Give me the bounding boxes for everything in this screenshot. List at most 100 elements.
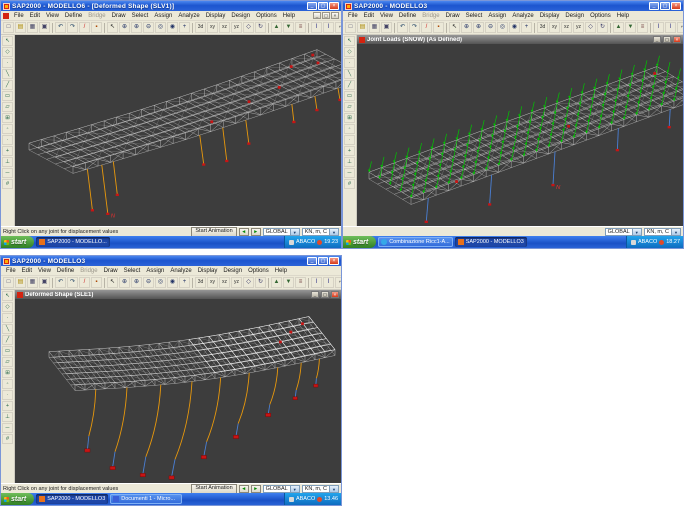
- menu-item[interactable]: Design: [562, 13, 587, 19]
- pointer-icon[interactable]: ↖: [107, 277, 118, 288]
- quick-area-icon[interactable]: ⊞: [344, 113, 355, 123]
- view-3d-icon[interactable]: 3d: [195, 22, 206, 33]
- restore-button[interactable]: ▢: [318, 257, 328, 265]
- zoom-full-icon[interactable]: ◎: [155, 22, 166, 33]
- menu-item[interactable]: Draw: [101, 268, 121, 274]
- csys-dropdown[interactable]: GLOBAL ▼: [263, 228, 300, 236]
- child-maximize-button[interactable]: ▢: [321, 291, 329, 298]
- chevron-down-icon[interactable]: ▼: [632, 229, 641, 235]
- snap-joint-icon[interactable]: ◦: [2, 379, 13, 389]
- units-dropdown[interactable]: KN, m, C ▼: [644, 228, 681, 236]
- csys-dropdown[interactable]: GLOBAL ▼: [263, 485, 300, 493]
- quick-frame-icon[interactable]: ╱: [2, 335, 13, 345]
- units-dropdown[interactable]: KN, m, C ▼: [302, 228, 339, 236]
- down-level-icon[interactable]: ▼: [283, 22, 294, 33]
- child-maximize-button[interactable]: ▢: [663, 36, 671, 43]
- menu-item[interactable]: Analyze: [167, 268, 194, 274]
- zoom-in-icon[interactable]: ⊕: [473, 22, 484, 33]
- menu-item[interactable]: Analyze: [509, 13, 536, 19]
- draw-area-icon[interactable]: ▱: [344, 102, 355, 112]
- reshape-icon[interactable]: ◇: [2, 47, 13, 57]
- draw-frame-icon[interactable]: ╲: [2, 69, 13, 79]
- menu-item[interactable]: Assign: [485, 13, 509, 19]
- section-icon[interactable]: Ι: [323, 277, 334, 288]
- perspective-icon[interactable]: ◇: [243, 22, 254, 33]
- pan-icon[interactable]: +: [179, 277, 190, 288]
- open-icon[interactable]: ▤: [15, 22, 26, 33]
- new-icon[interactable]: □: [345, 22, 356, 33]
- zoom-window-icon[interactable]: ⊕: [461, 22, 472, 33]
- grid-edit-icon[interactable]: #: [344, 179, 355, 189]
- close-button[interactable]: ×: [329, 2, 339, 10]
- menu-item[interactable]: Draw: [443, 13, 463, 19]
- snap-end-icon[interactable]: ∙: [2, 135, 13, 145]
- grid-edit-icon[interactable]: #: [2, 179, 13, 189]
- menu-item[interactable]: File: [11, 13, 27, 19]
- taskbar-task-button[interactable]: SAP2000 - MODELLO...: [36, 237, 110, 247]
- up-level-icon[interactable]: ▲: [271, 277, 282, 288]
- view-3d-icon[interactable]: 3d: [537, 22, 548, 33]
- print-icon[interactable]: ▣: [39, 277, 50, 288]
- child-close-button[interactable]: ×: [331, 12, 339, 19]
- child-minimize-button[interactable]: _: [313, 12, 321, 19]
- chevron-down-icon[interactable]: ▼: [671, 229, 680, 235]
- down-level-icon[interactable]: ▼: [625, 22, 636, 33]
- print-icon[interactable]: ▣: [39, 22, 50, 33]
- menu-item[interactable]: Options: [587, 13, 614, 19]
- menu-item[interactable]: Select: [463, 13, 486, 19]
- animation-left-button[interactable]: ◄: [239, 485, 249, 493]
- child-restore-button[interactable]: ▢: [322, 12, 330, 19]
- redo-icon[interactable]: ↷: [67, 22, 78, 33]
- assign-icon[interactable]: ≡: [295, 277, 306, 288]
- zoom-window-icon[interactable]: ⊕: [119, 22, 130, 33]
- title-bar[interactable]: SAP2000 - MODELLO3 _ ▢ ×: [343, 1, 683, 11]
- menu-item[interactable]: Edit: [361, 13, 377, 19]
- lock-icon[interactable]: ▪: [433, 22, 444, 33]
- draw-frame-icon[interactable]: ╲: [2, 324, 13, 334]
- snap-intersect-icon[interactable]: +: [344, 146, 355, 156]
- menu-item[interactable]: Display: [195, 268, 221, 274]
- zoom-full-icon[interactable]: ◎: [155, 277, 166, 288]
- lock-icon[interactable]: ▪: [91, 22, 102, 33]
- deformed-shape-view[interactable]: [15, 299, 341, 483]
- menu-item[interactable]: Help: [614, 13, 632, 19]
- start-animation-button[interactable]: Start Animation: [191, 484, 236, 494]
- menu-item[interactable]: Options: [253, 13, 280, 19]
- zoom-previous-icon[interactable]: ◉: [509, 22, 520, 33]
- taskbar-task-button[interactable]: SAP2000 - MODELLO3: [36, 494, 108, 504]
- start-button[interactable]: start: [343, 236, 376, 248]
- draw-area-icon[interactable]: ▱: [2, 102, 13, 112]
- menu-item[interactable]: Bridge: [85, 13, 108, 19]
- close-button[interactable]: ×: [671, 2, 681, 10]
- quick-area-icon[interactable]: ⊞: [2, 368, 13, 378]
- child-minimize-button[interactable]: _: [653, 36, 661, 43]
- quick-frame-icon[interactable]: ╱: [2, 80, 13, 90]
- view-xz-icon[interactable]: xz: [219, 22, 230, 33]
- snap-intersect-icon[interactable]: +: [2, 401, 13, 411]
- snap-perp-icon[interactable]: ⊥: [344, 157, 355, 167]
- menu-item[interactable]: Bridge: [77, 268, 100, 274]
- redo-icon[interactable]: ↷: [67, 277, 78, 288]
- snap-line-icon[interactable]: ─: [2, 168, 13, 178]
- menu-item[interactable]: Analyze: [175, 13, 202, 19]
- frame-props-icon[interactable]: ⌐: [335, 22, 341, 33]
- zoom-previous-icon[interactable]: ◉: [167, 277, 178, 288]
- assign-icon[interactable]: ≡: [295, 22, 306, 33]
- menu-item[interactable]: View: [377, 13, 396, 19]
- view-xy-icon[interactable]: xy: [207, 277, 218, 288]
- snap-joint-icon[interactable]: ◦: [2, 124, 13, 134]
- animation-left-button[interactable]: ◄: [239, 228, 249, 236]
- menu-item[interactable]: Define: [54, 268, 77, 274]
- draw-joint-icon[interactable]: ·: [2, 58, 13, 68]
- child-close-button[interactable]: ×: [673, 36, 681, 43]
- lock-icon[interactable]: ▪: [91, 277, 102, 288]
- undo-icon[interactable]: ↶: [55, 277, 66, 288]
- draw-quad-icon[interactable]: ▭: [2, 346, 13, 356]
- zoom-full-icon[interactable]: ◎: [497, 22, 508, 33]
- menu-item[interactable]: Draw: [109, 13, 129, 19]
- restore-button[interactable]: ▢: [318, 2, 328, 10]
- snap-perp-icon[interactable]: ⊥: [2, 412, 13, 422]
- child-window-title-bar[interactable]: Joint Loads (SNOW) (As Defined) _ ▢ ×: [357, 35, 683, 44]
- show-forces-icon[interactable]: I: [311, 22, 322, 33]
- volume-icon[interactable]: [317, 240, 322, 245]
